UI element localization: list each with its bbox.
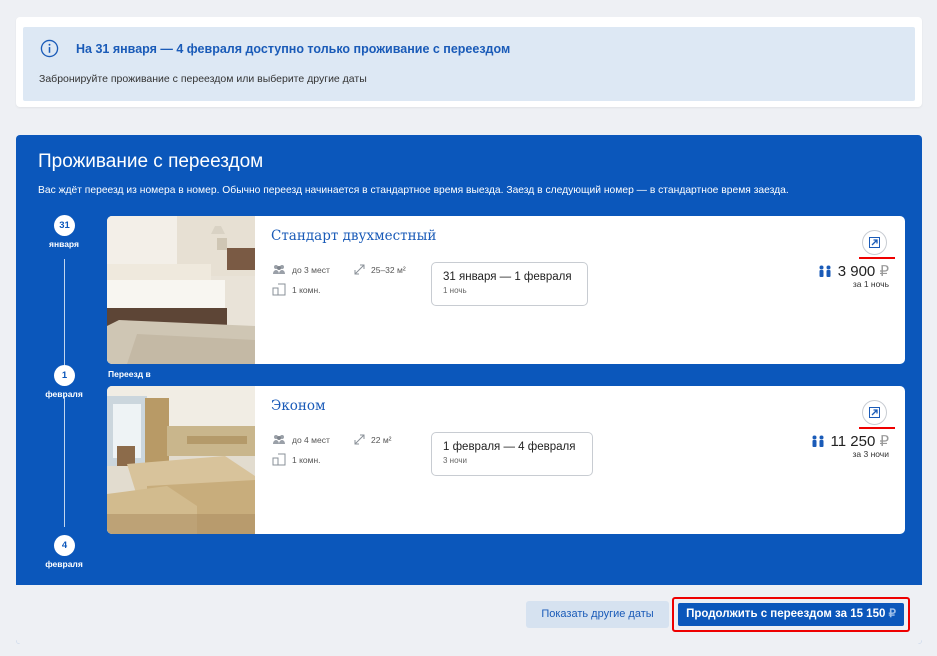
relocation-panel: Проживание с переездом Вас ждёт переезд … bbox=[16, 135, 922, 644]
expand-room-button[interactable] bbox=[862, 230, 887, 255]
people-icon bbox=[819, 265, 831, 277]
price-value: 3 900 ₽ bbox=[837, 263, 889, 280]
info-icon bbox=[40, 39, 59, 58]
continue-with-transfer-button[interactable]: Продолжить с переездом за 15 150 ₽ bbox=[678, 603, 904, 626]
expand-icon bbox=[869, 407, 880, 418]
date-range: 1 февраля — 4 февраля bbox=[443, 441, 576, 453]
feature-rooms: 1 комн. bbox=[272, 453, 321, 466]
room-photo[interactable] bbox=[107, 216, 255, 364]
room-photo[interactable] bbox=[107, 386, 255, 534]
expand-icon bbox=[869, 237, 880, 248]
date-range: 31 января — 1 февраля bbox=[443, 271, 572, 283]
rooms-icon bbox=[272, 453, 286, 466]
area-text: 25–32 м² bbox=[371, 264, 406, 275]
guests-icon bbox=[273, 265, 285, 274]
guests-text: до 4 мест bbox=[292, 434, 330, 445]
nights-count: 1 ночь bbox=[443, 286, 467, 295]
price-row: 3 900 ₽ bbox=[818, 262, 889, 280]
show-other-dates-button[interactable]: Показать другие даты bbox=[526, 601, 669, 628]
room-card[interactable]: Стандарт двухместный до 3 мест 25–32 м² … bbox=[107, 216, 905, 364]
transfer-label: Переезд в bbox=[108, 369, 151, 379]
expand-room-button[interactable] bbox=[862, 400, 887, 425]
notice-text: Забронируйте проживание с переездом или … bbox=[39, 73, 367, 85]
highlight-underline bbox=[859, 257, 895, 259]
highlight-underline bbox=[859, 427, 895, 429]
rooms-icon bbox=[272, 283, 286, 296]
timeline-date-month: января bbox=[49, 239, 79, 249]
feature-guests: до 4 мест bbox=[272, 434, 330, 445]
feature-area: 22 м² bbox=[354, 434, 392, 445]
notice-title: На 31 января — 4 февраля доступно только… bbox=[76, 42, 511, 56]
guests-icon bbox=[273, 435, 285, 444]
price-note: за 1 ночь bbox=[852, 279, 889, 289]
timeline-date-month: февраля bbox=[45, 389, 83, 399]
price-note: за 3 ночи bbox=[852, 449, 890, 459]
timeline-line bbox=[64, 259, 65, 365]
feature-rooms: 1 комн. bbox=[272, 283, 321, 296]
room-name[interactable]: Эконом bbox=[271, 398, 326, 414]
area-text: 22 м² bbox=[371, 434, 392, 445]
room-card[interactable]: Эконом до 4 мест 22 м² 1 комн. 1 февраля… bbox=[107, 386, 905, 534]
timeline-date-day: 31 bbox=[54, 215, 75, 236]
panel-title: Проживание с переездом bbox=[38, 151, 264, 172]
timeline-date-month: февраля bbox=[45, 559, 83, 569]
rooms-text: 1 комн. bbox=[292, 284, 321, 295]
highlight-frame: Продолжить с переездом за 15 150 ₽ bbox=[672, 597, 910, 632]
date-box: 31 января — 1 февраля 1 ночь bbox=[431, 262, 588, 306]
feature-guests: до 3 мест bbox=[272, 264, 330, 275]
panel-description: Вас ждёт переезд из номера в номер. Обыч… bbox=[38, 185, 789, 196]
price-value: 11 250 ₽ bbox=[830, 433, 889, 450]
area-icon bbox=[354, 264, 365, 275]
price-row: 11 250 ₽ bbox=[811, 432, 889, 450]
area-icon bbox=[354, 434, 365, 445]
timeline-date-day: 1 bbox=[54, 365, 75, 386]
rooms-text: 1 комн. bbox=[292, 454, 321, 465]
people-icon bbox=[812, 435, 824, 447]
availability-notice: На 31 января — 4 февраля доступно только… bbox=[16, 17, 922, 107]
action-footer: Показать другие даты Продолжить с переез… bbox=[16, 585, 922, 644]
nights-count: 3 ночи bbox=[443, 456, 467, 465]
feature-area: 25–32 м² bbox=[354, 264, 406, 275]
timeline-date-day: 4 bbox=[54, 535, 75, 556]
notice-box: На 31 января — 4 февраля доступно только… bbox=[23, 27, 915, 101]
guests-text: до 3 мест bbox=[292, 264, 330, 275]
timeline-line bbox=[64, 397, 65, 527]
room-name[interactable]: Стандарт двухместный bbox=[271, 228, 436, 244]
date-box: 1 февраля — 4 февраля 3 ночи bbox=[431, 432, 593, 476]
